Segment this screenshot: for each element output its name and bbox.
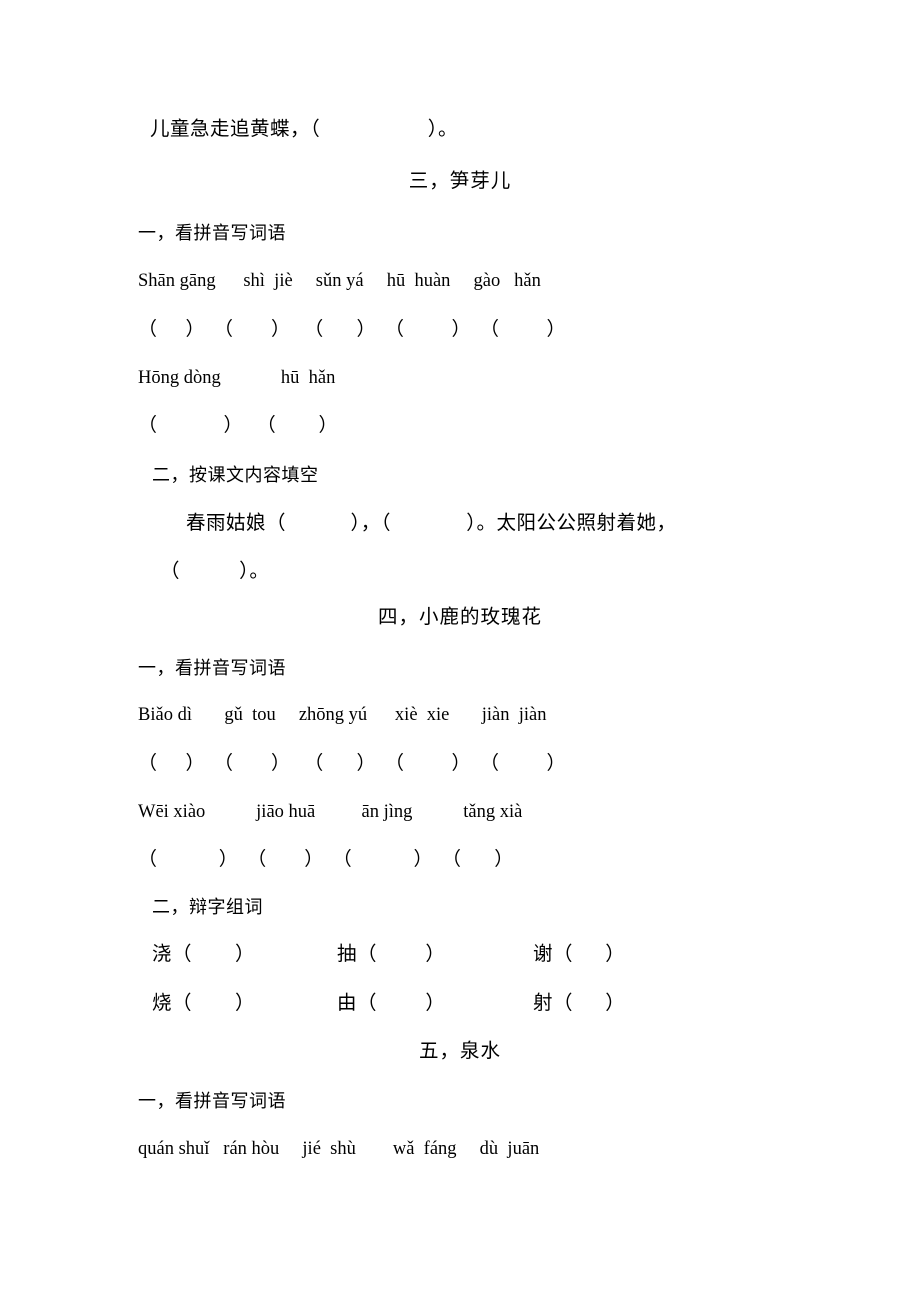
char-word-cell-1-1[interactable]: 浇（ ） xyxy=(152,945,255,965)
exercise-label-3-2: 二，按课文内容填空 xyxy=(152,465,319,485)
exercise-label-3-1: 一，看拼音写词语 xyxy=(138,223,286,243)
exercise-label-4-1: 一，看拼音写词语 xyxy=(138,658,286,678)
pinyin-row-3-1-a: Shān gāng shì jiè sǔn yá hū huàn gào hǎn xyxy=(138,271,541,291)
pinyin-row-4-1-b: Wēi xiào jiāo huā ān jìng tǎng xià xyxy=(138,802,523,822)
section-heading-5: 五，泉水 xyxy=(418,1041,501,1062)
exercise-label-4-2: 二，辩字组词 xyxy=(152,897,263,917)
fill-in-content-line-3-2-b[interactable]: （ ）。 xyxy=(160,562,269,582)
char-word-cell-2-1[interactable]: 烧（ ） xyxy=(152,994,255,1014)
section-heading-3: 三，笋芽儿 xyxy=(408,171,512,192)
worksheet-page: 儿童急走追黄蝶，（ ）。 三，笋芽儿 一，看拼音写词语 Shān gāng sh… xyxy=(0,0,920,1302)
char-word-cell-1-3[interactable]: 谢（ ） xyxy=(533,945,625,965)
poem-fill-in-line: 儿童急走追黄蝶，（ ）。 xyxy=(150,119,459,140)
answer-blanks-row-4-1-b[interactable]: （ ） （ ） （ ） （ ） xyxy=(138,850,513,869)
char-word-cell-2-2[interactable]: 由（ ） xyxy=(337,994,445,1014)
answer-blanks-row-4-1-a[interactable]: （ ） （ ） （ ） （ ） （ ） xyxy=(138,754,566,773)
section-heading-4: 四，小鹿的玫瑰花 xyxy=(377,607,542,628)
answer-blanks-row-3-1-a[interactable]: （ ） （ ） （ ） （ ） （ ） xyxy=(138,320,566,339)
answer-blanks-row-3-1-b[interactable]: （ ） （ ） xyxy=(138,416,338,435)
exercise-label-5-1: 一，看拼音写词语 xyxy=(138,1091,286,1111)
fill-in-content-line-3-2-a[interactable]: 春雨姑娘（ ），（ ）。太阳公公照射着她， xyxy=(186,514,677,534)
char-word-cell-1-2[interactable]: 抽（ ） xyxy=(337,945,445,965)
pinyin-row-4-1-a: Biǎo dì gǔ tou zhōng yú xiè xie jiàn jià… xyxy=(138,705,547,725)
char-word-cell-2-3[interactable]: 射（ ） xyxy=(533,994,625,1014)
pinyin-row-5-1-a: quán shuǐ rán hòu jié shù wǎ fáng dù juā… xyxy=(138,1139,540,1159)
pinyin-row-3-1-b: Hōng dòng hū hǎn xyxy=(138,368,336,388)
